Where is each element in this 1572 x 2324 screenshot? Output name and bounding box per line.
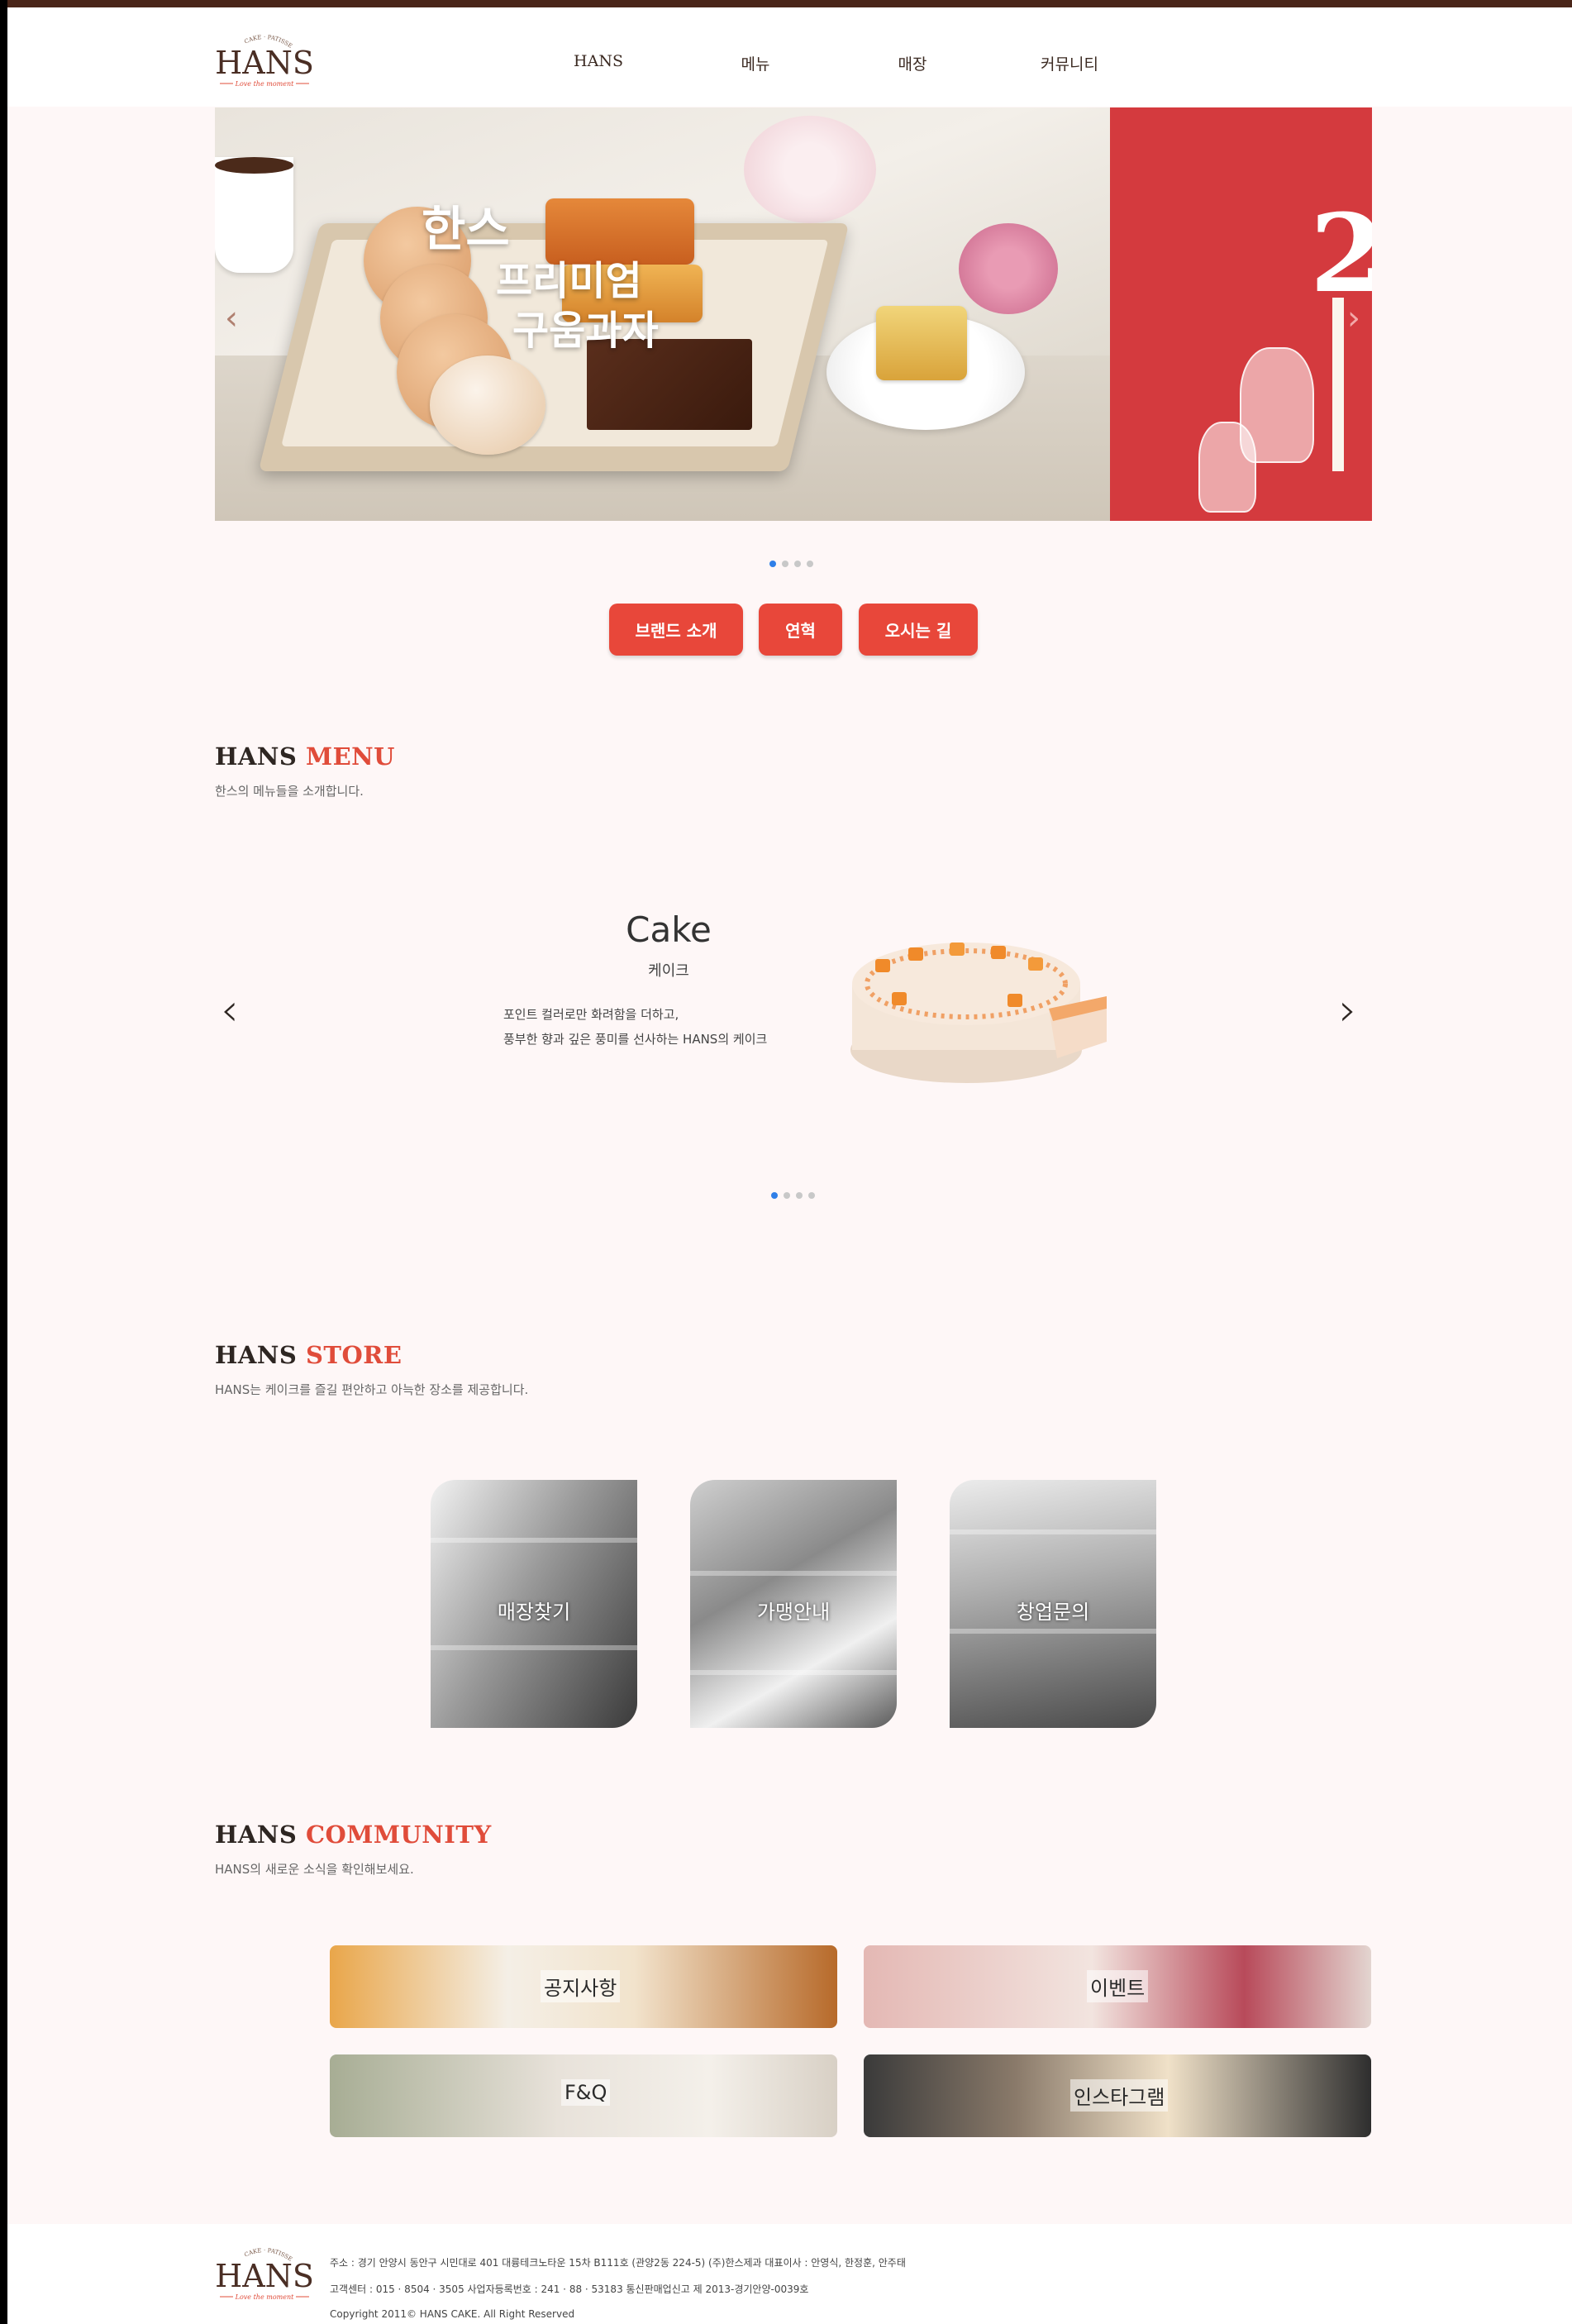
store-card-stripe [431,1645,637,1650]
community-section-subtitle: HANS의 새로운 소식을 확인해보세요. [215,1862,414,1877]
hero-dot-4[interactable] [807,561,813,567]
flower-image [959,223,1058,314]
store-card-startup[interactable]: 창업문의 [950,1480,1156,1728]
flower-image [744,116,876,223]
store-section-title: HANS STORE [215,1341,402,1369]
community-title-accent: COMMUNITY [305,1821,492,1849]
menu-next-button[interactable]: › [1339,984,1357,1036]
candy-jar-image [1198,422,1256,513]
hero-prev-button[interactable]: ‹ [225,299,238,337]
nav-item-hans[interactable]: HANS [520,52,677,74]
community-card-label: 공지사항 [541,1970,621,2002]
store-card-find[interactable]: 매장찾기 [431,1480,637,1728]
site-header: CAKE · PATISSERIE HANS Love the moment H… [7,7,1572,107]
cake-image [850,942,1107,1083]
menu-desc-line2: 풍부한 향과 깊은 풍미를 선사하는 HANS의 케이크 [503,1032,768,1047]
footer-logo-wordmark: HANS [215,2258,314,2294]
footer-logo[interactable]: CAKE · PATISSERIE HANS Love the moment [212,2237,314,2312]
menu-title-main: HANS [215,742,298,771]
coffee-image [215,157,293,174]
footer-logo-graphic: CAKE · PATISSERIE HANS Love the moment [212,2237,314,2301]
store-card-stripe [690,1571,897,1576]
menu-item-name: Cake [626,909,712,950]
community-card-faq[interactable]: F&Q [330,2054,837,2137]
nav-item-store[interactable]: 매장 [834,52,991,74]
menu-prev-button[interactable]: ‹ [221,984,239,1036]
community-card-notice[interactable]: 공지사항 [330,1945,837,2028]
logo-wordmark: HANS [215,45,314,81]
menu-section-title: HANS MENU [215,742,395,771]
menu-title-accent: MENU [305,742,395,771]
history-button[interactable]: 연혁 [759,604,842,656]
hero-dot-2[interactable] [782,561,788,567]
store-card-stripe [431,1538,637,1543]
brand-intro-button[interactable]: 브랜드 소개 [609,604,743,656]
candle-image [1332,298,1344,471]
hero-dot-3[interactable] [794,561,801,567]
menu-item-name-kr: 케이크 [648,962,689,980]
store-card-stripe [950,1629,1156,1634]
store-title-accent: STORE [305,1341,403,1369]
store-card-label: 가맹안내 [756,1601,831,1624]
community-card-instagram[interactable]: 인스타그램 [864,2054,1371,2137]
menu-desc-line1: 포인트 컬러로만 화려함을 더하고, [503,1007,679,1022]
hero-slider: 한스 프리미엄 구움과자 25 ‹ › [215,107,1372,521]
community-title-main: HANS [215,1821,298,1849]
community-card-label: F&Q [561,2079,611,2106]
top-color-bar [7,0,1572,7]
store-card-stripe [690,1670,897,1675]
hans-logo-graphic: CAKE · PATISSERIE HANS Love the moment [212,24,314,88]
store-section-subtitle: HANS는 케이크를 즐길 편안하고 아늑한 장소를 제공합니다. [215,1382,529,1397]
nav-item-community[interactable]: 커뮤니티 [991,52,1148,74]
coffee-cup-image [215,157,293,273]
nav-item-menu[interactable]: 메뉴 [677,52,834,74]
page: CAKE · PATISSERIE HANS Love the moment H… [7,0,1572,2324]
cookie-image [430,356,545,455]
menu-section-subtitle: 한스의 메뉴들을 소개합니다. [215,784,364,799]
hero-title-line3: 구움과자 [512,308,659,354]
menu-dot-2[interactable] [784,1192,790,1199]
footer-contact: 고객센터 : 015 · 8504 · 3505 사업자등록번호 : 241 ·… [330,2283,809,2295]
menu-pagination [771,1192,815,1199]
footer-address: 주소 : 경기 안양시 동안구 시민대로 401 대륭테크노타운 15차 B11… [330,2257,906,2269]
community-card-label: 이벤트 [1087,1970,1149,2002]
logo-tagline: Love the moment [235,80,294,88]
main-nav: HANS 메뉴 매장 커뮤니티 [520,52,1148,74]
pound-cake-image [876,306,967,380]
footer-copyright: Copyright 2011© HANS CAKE. All Right Res… [330,2308,575,2320]
menu-item-description: 포인트 컬러로만 화려함을 더하고, 풍부한 향과 깊은 풍미를 선사하는 HA… [503,1002,801,1052]
hero-next-button[interactable]: › [1347,299,1360,337]
store-card-stripe [950,1529,1156,1534]
community-card-label: 인스타그램 [1070,2079,1169,2112]
hero-slide-image: 한스 프리미엄 구움과자 [215,107,1110,521]
store-card-label: 창업문의 [1016,1601,1090,1624]
store-title-main: HANS [215,1341,298,1369]
store-card-label: 매장찾기 [497,1601,571,1624]
menu-dot-3[interactable] [796,1192,803,1199]
directions-button[interactable]: 오시는 길 [859,604,978,656]
menu-dot-4[interactable] [808,1192,815,1199]
community-section-title: HANS COMMUNITY [215,1821,492,1849]
footer-logo-tagline: Love the moment [235,2293,294,2301]
hero-dot-1[interactable] [769,561,776,567]
site-footer: CAKE · PATISSERIE HANS Love the moment 주… [7,2224,1572,2324]
community-card-event[interactable]: 이벤트 [864,1945,1371,2028]
store-card-franchise[interactable]: 가맹안내 [690,1480,897,1728]
hero-pagination [769,561,813,567]
hans-logo[interactable]: CAKE · PATISSERIE HANS Love the moment [212,24,314,98]
menu-dot-1[interactable] [771,1192,778,1199]
